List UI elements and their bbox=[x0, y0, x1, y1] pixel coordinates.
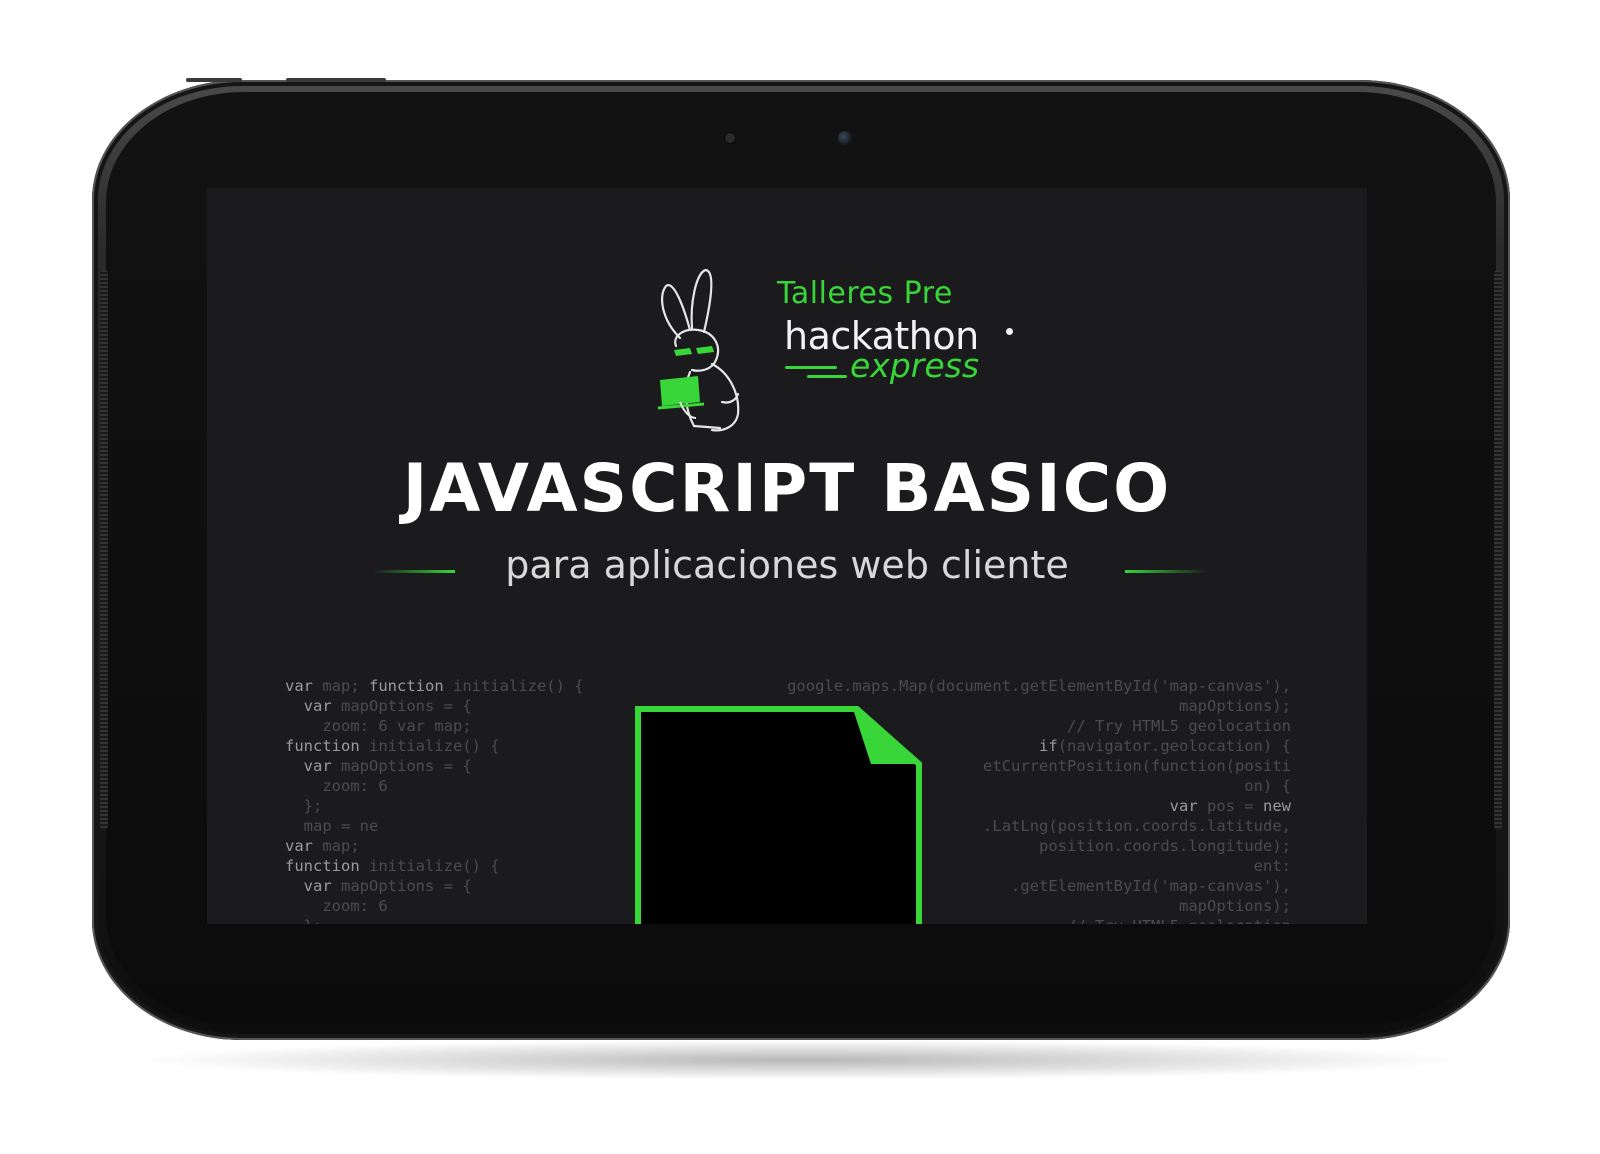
page-title: JAVASCRIPT BASICO bbox=[402, 450, 1172, 527]
code-token: .getElementById('map-canvas'), bbox=[1011, 877, 1291, 895]
logo-speed-line bbox=[807, 375, 847, 378]
logo-speed-line bbox=[785, 366, 837, 369]
code-token: // Try HTML5 geolocation bbox=[1067, 717, 1291, 735]
volume-button[interactable] bbox=[186, 78, 242, 82]
light-sensor bbox=[725, 133, 735, 143]
code-keyword: var bbox=[285, 757, 332, 775]
code-token: google.maps.Map(document.getElementById(… bbox=[787, 677, 1291, 695]
code-token: position.coords.longitude); bbox=[1039, 837, 1291, 855]
tablet-screen: var map; function initialize() { var map… bbox=[207, 188, 1367, 924]
left-speaker-grille bbox=[100, 270, 108, 830]
code-token: mapOptions = { bbox=[331, 877, 472, 895]
code-token: mapOptions = { bbox=[331, 757, 472, 775]
code-keyword: function bbox=[285, 737, 360, 755]
code-keyword: function bbox=[369, 677, 444, 695]
logo-registered-dot bbox=[1006, 328, 1013, 335]
logo-express: express bbox=[850, 346, 980, 385]
subtitle-divider-right bbox=[1125, 570, 1207, 573]
bunny-mascot-icon bbox=[657, 268, 740, 432]
code-token: zoom: 6 var map; bbox=[285, 717, 472, 735]
code-token: // Try HTML5 geolocation bbox=[1067, 917, 1291, 924]
code-token: pos = bbox=[1197, 797, 1263, 815]
code-token: }; bbox=[285, 917, 323, 924]
code-token: initialize() { bbox=[359, 857, 500, 875]
code-token: (navigator.geolocation) { bbox=[1057, 737, 1291, 755]
code-keyword: new bbox=[1263, 797, 1291, 815]
document-icon bbox=[635, 706, 922, 924]
code-token: .LatLng(position.coords.latitude, bbox=[983, 817, 1291, 835]
code-background-left: var map; function initialize() { var map… bbox=[285, 676, 584, 924]
code-token: map; bbox=[313, 677, 369, 695]
front-camera-icon bbox=[838, 131, 852, 145]
page-subtitle: para aplicaciones web cliente bbox=[505, 543, 1069, 587]
code-keyword: function bbox=[285, 857, 360, 875]
code-token: etCurrentPosition(function(positi bbox=[983, 757, 1291, 775]
code-keyword: var bbox=[285, 877, 332, 895]
code-token: map; bbox=[313, 837, 360, 855]
code-keyword: var bbox=[285, 697, 332, 715]
code-token: initialize() { bbox=[359, 737, 500, 755]
code-keyword: var bbox=[285, 837, 313, 855]
power-button[interactable] bbox=[286, 78, 386, 82]
code-token: }; bbox=[285, 797, 323, 815]
logo-talleres-pre: Talleres Pre bbox=[777, 276, 953, 311]
code-token: mapOptions); bbox=[1179, 697, 1291, 715]
code-token: zoom: 6 bbox=[285, 777, 388, 795]
code-token: on) { bbox=[1244, 777, 1291, 795]
device-shadow bbox=[130, 1040, 1470, 1080]
code-token: map = ne bbox=[285, 817, 379, 835]
code-token: initialize() { bbox=[443, 677, 584, 695]
code-keyword: var bbox=[1169, 797, 1198, 815]
right-speaker-grille bbox=[1494, 270, 1502, 830]
code-token: zoom: 6 bbox=[285, 897, 388, 915]
code-token: mapOptions); bbox=[1179, 897, 1291, 915]
code-token: ent: bbox=[1253, 857, 1291, 875]
code-keyword: var bbox=[285, 677, 313, 695]
code-token: mapOptions = { bbox=[331, 697, 472, 715]
code-keyword: if bbox=[1039, 737, 1058, 755]
